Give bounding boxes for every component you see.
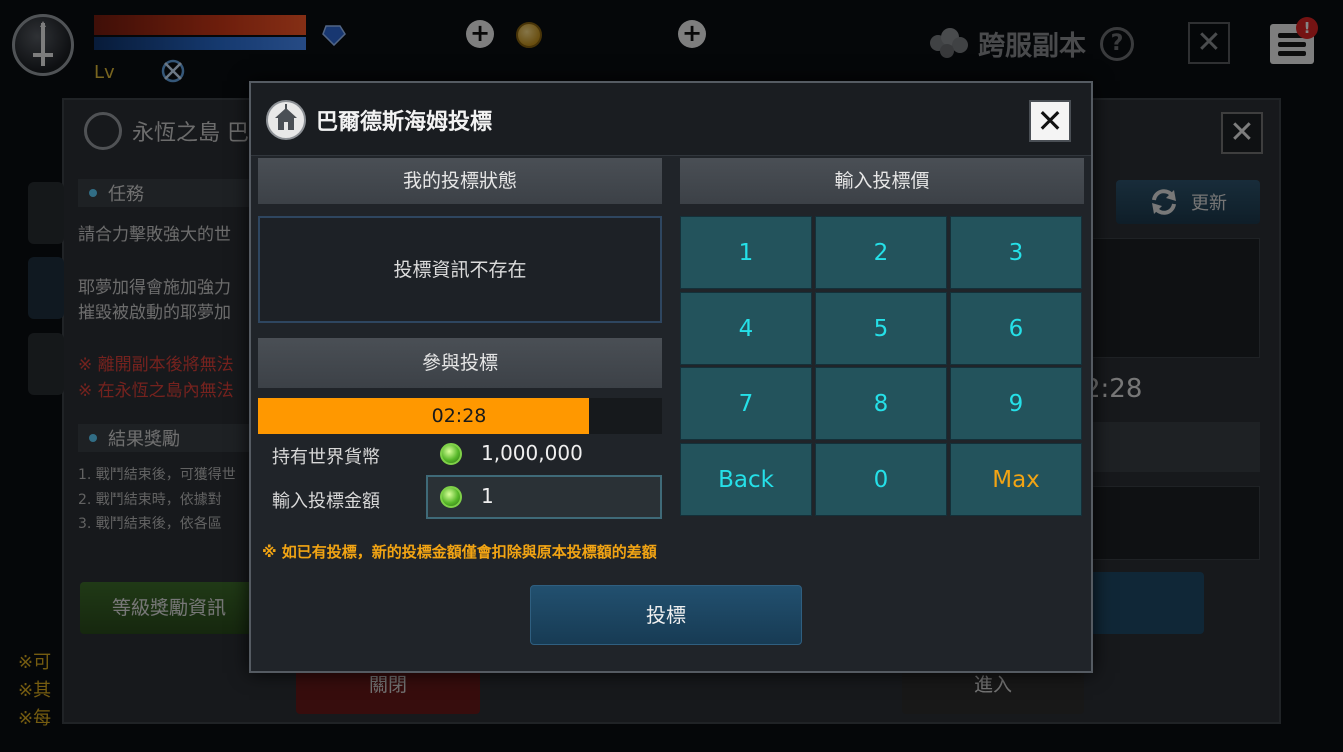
bid-amount-label: 輸入投標金額 [272,491,380,512]
my-bid-status-header: 我的投標狀態 [258,158,662,204]
bid-button[interactable]: 投標 [530,585,802,645]
keypad-7-button[interactable]: 7 [680,367,812,440]
keypad-8-button[interactable]: 8 [815,367,947,440]
castle-icon [266,100,306,140]
keypad-1-button[interactable]: 1 [680,216,812,289]
bid-status-message: 投標資訊不存在 [258,216,662,323]
bid-notice: ※ 如已有投標，新的投標金額僅會扣除與原本投標額的差額 [262,543,657,561]
world-currency-value: 1,000,000 [481,441,583,465]
keypad-3-button[interactable]: 3 [950,216,1082,289]
keypad-4-button[interactable]: 4 [680,292,812,365]
bid-amount-value: 1 [481,484,494,508]
bid-timer-text: 02:28 [431,405,487,427]
keypad-header: 輸入投標價 [680,158,1084,204]
world-currency-icon [440,486,462,508]
world-currency-label: 持有世界貨幣 [272,447,380,468]
bid-dialog-close-button[interactable]: ✕ [1029,100,1071,142]
keypad-2-button[interactable]: 2 [815,216,947,289]
keypad-0-button[interactable]: 0 [815,443,947,516]
participate-header: 參與投標 [258,338,662,388]
keypad-max-button[interactable]: Max [950,443,1082,516]
keypad-6-button[interactable]: 6 [950,292,1082,365]
world-currency-icon [440,443,462,465]
bid-dialog-title: 巴爾德斯海姆投標 [316,110,493,135]
keypad-5-button[interactable]: 5 [815,292,947,365]
keypad-back-button[interactable]: Back [680,443,812,516]
keypad-9-button[interactable]: 9 [950,367,1082,440]
